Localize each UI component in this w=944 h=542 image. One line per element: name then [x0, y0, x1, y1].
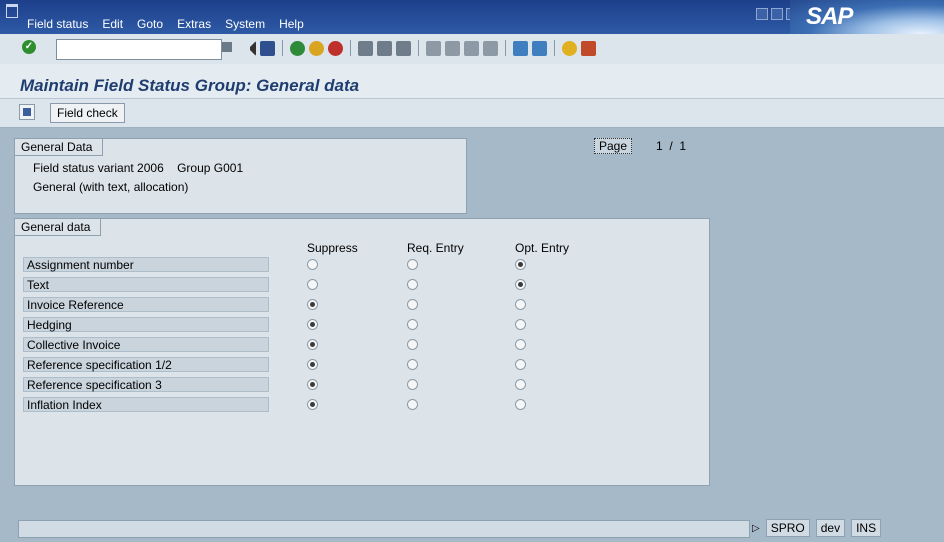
- radio-suppress[interactable]: [307, 259, 318, 270]
- find-next-icon[interactable]: [396, 40, 411, 56]
- create-session-icon[interactable]: [513, 40, 528, 56]
- radio-req-entry[interactable]: [407, 319, 418, 330]
- menu-system[interactable]: System: [218, 17, 272, 31]
- print-icon[interactable]: [358, 40, 373, 56]
- field-label: Reference specification 1/2: [23, 357, 269, 372]
- transaction-code: SPRO: [765, 519, 810, 537]
- insert-mode: INS: [851, 519, 882, 537]
- field-label: Inflation Index: [23, 397, 269, 412]
- toolbar-separator: [418, 40, 419, 56]
- field-label: Reference specification 3: [23, 377, 269, 392]
- menu-list: Field status Edit Goto Extras System Hel…: [20, 17, 311, 31]
- menu-extras[interactable]: Extras: [170, 17, 218, 31]
- last-page-icon[interactable]: [483, 40, 498, 56]
- standard-toolbar: ✓: [0, 34, 944, 65]
- customize-layout-icon[interactable]: [581, 40, 596, 56]
- status-expand-icon[interactable]: ▷: [752, 523, 760, 534]
- radio-suppress[interactable]: [307, 359, 318, 370]
- radio-suppress[interactable]: [307, 379, 318, 390]
- help-icon[interactable]: [562, 40, 577, 56]
- radio-opt-entry[interactable]: [515, 399, 526, 410]
- radio-req-entry[interactable]: [407, 339, 418, 350]
- back-green-icon[interactable]: [290, 40, 305, 56]
- radio-opt-entry[interactable]: [515, 259, 526, 270]
- previous-page-icon[interactable]: [445, 40, 460, 56]
- command-history-icon[interactable]: [222, 42, 232, 52]
- field-status-variant-text: Field status variant 2006 Group G001: [33, 161, 244, 175]
- menu-field-status[interactable]: Field status: [20, 17, 95, 31]
- radio-suppress[interactable]: [307, 319, 318, 330]
- next-page-icon[interactable]: [464, 40, 479, 56]
- radio-req-entry[interactable]: [407, 259, 418, 270]
- general-data-box: General Data Field status variant 2006 G…: [14, 138, 467, 214]
- toolbar-separator: [554, 40, 555, 56]
- radio-opt-entry[interactable]: [515, 359, 526, 370]
- column-header-req-entry: Req. Entry: [407, 241, 464, 255]
- group-description-text: General (with text, allocation): [33, 180, 189, 194]
- radio-suppress[interactable]: [307, 399, 318, 410]
- radio-opt-entry[interactable]: [515, 319, 526, 330]
- menu-edit[interactable]: Edit: [95, 17, 130, 31]
- field-label: Collective Invoice: [23, 337, 269, 352]
- radio-req-entry[interactable]: [407, 399, 418, 410]
- radio-opt-entry[interactable]: [515, 379, 526, 390]
- radio-suppress[interactable]: [307, 339, 318, 350]
- enter-icon[interactable]: ✓: [22, 40, 36, 54]
- menu-bar: Field status Edit Goto Extras System Hel…: [0, 0, 944, 34]
- minimize-icon[interactable]: [756, 8, 768, 20]
- toolbar-separator: [505, 40, 506, 56]
- radio-suppress[interactable]: [307, 279, 318, 290]
- field-status-table-title: General data: [15, 219, 102, 236]
- status-message: [18, 520, 750, 538]
- application-toolbar: Field check: [0, 99, 944, 128]
- page-indicator: 1 / 1: [656, 139, 687, 153]
- radio-suppress[interactable]: [307, 299, 318, 310]
- radio-req-entry[interactable]: [407, 379, 418, 390]
- system-menu-icon[interactable]: [6, 4, 18, 18]
- field-status-table: General data Suppress Req. Entry Opt. En…: [14, 218, 710, 486]
- system-name: dev: [815, 519, 846, 537]
- radio-opt-entry[interactable]: [515, 339, 526, 350]
- title-bar: Maintain Field Status Group: General dat…: [0, 64, 944, 99]
- radio-opt-entry[interactable]: [515, 279, 526, 290]
- status-bar: ▷ SPRO dev INS: [0, 516, 944, 542]
- maximize-icon[interactable]: [771, 8, 783, 20]
- general-data-box-title: General Data: [15, 139, 104, 156]
- status-info: ▷ SPRO dev INS: [752, 519, 882, 537]
- find-icon[interactable]: [377, 40, 392, 56]
- shortcut-icon[interactable]: [532, 40, 547, 56]
- column-header-opt-entry: Opt. Entry: [515, 241, 570, 255]
- sap-logo: SAP: [790, 0, 944, 34]
- radio-opt-entry[interactable]: [515, 299, 526, 310]
- field-check-button[interactable]: Field check: [50, 103, 125, 123]
- toolbar-separator: [350, 40, 351, 56]
- page-button[interactable]: Page: [594, 138, 633, 154]
- first-page-icon[interactable]: [426, 40, 441, 56]
- back-icon[interactable]: [244, 40, 256, 56]
- field-label: Hedging: [23, 317, 269, 332]
- toolbar-separator: [282, 40, 283, 56]
- radio-req-entry[interactable]: [407, 359, 418, 370]
- menu-goto[interactable]: Goto: [130, 17, 170, 31]
- page-title: Maintain Field Status Group: General dat…: [20, 76, 360, 95]
- sap-logo-text: SAP: [806, 3, 853, 30]
- field-label: Assignment number: [23, 257, 269, 272]
- work-area: General Data Field status variant 2006 G…: [0, 128, 944, 516]
- field-label: Text: [23, 277, 269, 292]
- command-field[interactable]: [56, 39, 222, 60]
- save-icon[interactable]: [19, 104, 35, 120]
- toolbar-icons: [244, 40, 596, 56]
- cancel-icon[interactable]: [328, 40, 343, 56]
- column-header-suppress: Suppress: [307, 241, 358, 255]
- menu-help[interactable]: Help: [272, 17, 311, 31]
- radio-req-entry[interactable]: [407, 299, 418, 310]
- save-icon[interactable]: [260, 40, 275, 56]
- field-label: Invoice Reference: [23, 297, 269, 312]
- radio-req-entry[interactable]: [407, 279, 418, 290]
- exit-icon[interactable]: [309, 40, 324, 56]
